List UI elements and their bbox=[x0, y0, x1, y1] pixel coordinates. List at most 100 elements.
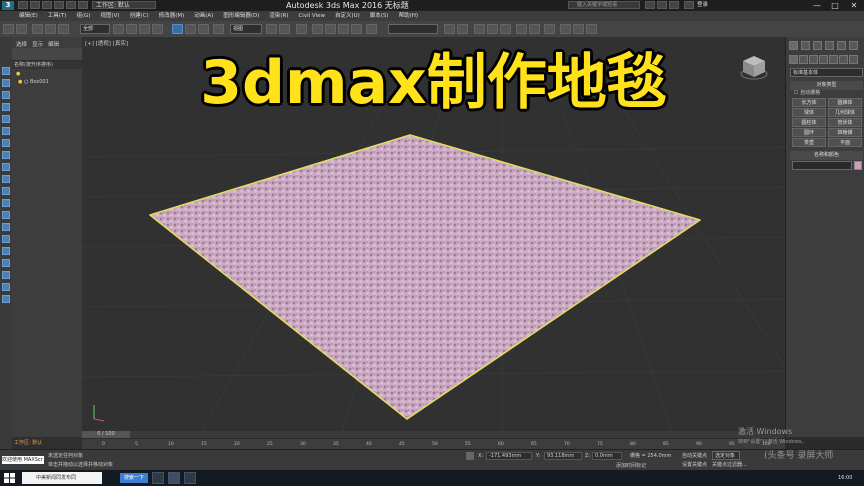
select-scale-icon[interactable] bbox=[198, 24, 209, 34]
space-warps-icon[interactable] bbox=[839, 55, 848, 64]
taskbar-clock[interactable]: 16:00 bbox=[838, 472, 852, 484]
utilities-tab-icon[interactable] bbox=[849, 41, 858, 50]
display-tab-icon[interactable] bbox=[837, 41, 846, 50]
menu-modifiers[interactable]: 修改器(M) bbox=[154, 11, 190, 21]
select-place-icon[interactable] bbox=[213, 24, 224, 34]
time-slider[interactable]: 0 / 100 bbox=[82, 431, 130, 438]
unlink-icon[interactable] bbox=[45, 24, 56, 34]
select-manipulate-icon[interactable] bbox=[279, 24, 290, 34]
explorer-footer[interactable]: 工作区: 默认 bbox=[12, 437, 82, 449]
geometry-icon[interactable] bbox=[789, 55, 798, 64]
display-none-icon[interactable] bbox=[2, 79, 10, 87]
selection-filter-select[interactable]: 全部 bbox=[80, 24, 110, 34]
display-last-render-icon[interactable] bbox=[2, 247, 10, 255]
lights-icon[interactable] bbox=[809, 55, 818, 64]
percent-snap-icon[interactable] bbox=[338, 24, 349, 34]
explorer-tab-select[interactable]: 选择 bbox=[16, 40, 27, 48]
undo-icon[interactable] bbox=[54, 1, 64, 9]
toggle-lock-icon[interactable] bbox=[2, 295, 10, 303]
workspace-select[interactable]: 工作区: 默认 bbox=[92, 1, 156, 9]
select-rotate-icon[interactable] bbox=[185, 24, 196, 34]
binoculars-icon[interactable] bbox=[645, 1, 655, 9]
display-containers-icon[interactable] bbox=[2, 211, 10, 219]
pivot-center-icon[interactable] bbox=[266, 24, 277, 34]
hierarchy-tab-icon[interactable] bbox=[813, 41, 822, 50]
sphere-button[interactable]: 球体 bbox=[792, 108, 826, 117]
menu-views[interactable]: 视图(V) bbox=[96, 11, 125, 21]
cone-button[interactable]: 圆锥体 bbox=[828, 98, 862, 107]
display-lights-icon[interactable] bbox=[2, 127, 10, 135]
add-time-tag-button[interactable]: 添加时间标记 bbox=[616, 462, 646, 470]
ribbon-toggle-icon[interactable] bbox=[500, 24, 511, 34]
display-frozen-icon[interactable] bbox=[2, 223, 10, 231]
object-name-field[interactable] bbox=[792, 161, 852, 170]
search-input[interactable]: 键入关键字或短语 bbox=[568, 1, 640, 9]
new-icon[interactable] bbox=[18, 1, 28, 9]
rect-selection-icon[interactable] bbox=[139, 24, 150, 34]
shapes-icon[interactable] bbox=[799, 55, 808, 64]
open-icon[interactable] bbox=[30, 1, 40, 9]
close-button[interactable]: ✕ bbox=[845, 0, 863, 11]
render-production-icon[interactable] bbox=[586, 24, 597, 34]
object-color-swatch[interactable] bbox=[854, 161, 862, 170]
create-tab-icon[interactable] bbox=[789, 41, 798, 50]
tree-row-root[interactable]: ● bbox=[12, 70, 82, 78]
minimize-button[interactable]: — bbox=[808, 0, 826, 11]
app-logo-icon[interactable]: 3 bbox=[2, 1, 14, 10]
explorer-tab-edit[interactable]: 编辑 bbox=[48, 40, 59, 48]
snaps-toggle-icon[interactable] bbox=[312, 24, 323, 34]
pyramid-button[interactable]: 四棱锥 bbox=[828, 128, 862, 137]
layer-explorer-icon[interactable] bbox=[487, 24, 498, 34]
named-selection-set-select[interactable] bbox=[388, 24, 438, 34]
display-influences-icon[interactable] bbox=[2, 271, 10, 279]
menu-civil-view[interactable]: Civil View bbox=[293, 11, 329, 21]
name-color-rollout[interactable]: 名称和颜色 bbox=[790, 151, 863, 160]
taskbar-search-input[interactable]: 中美新闻同发布同 bbox=[22, 472, 102, 484]
modify-tab-icon[interactable] bbox=[801, 41, 810, 50]
redo-icon[interactable] bbox=[66, 1, 76, 9]
display-geometry-icon[interactable] bbox=[2, 103, 10, 111]
explorer-app-icon[interactable] bbox=[184, 472, 196, 484]
explorer-tab-display[interactable]: 显示 bbox=[32, 40, 43, 48]
display-shapes-icon[interactable] bbox=[2, 115, 10, 123]
select-object-icon[interactable] bbox=[113, 24, 124, 34]
display-xrefs-icon[interactable] bbox=[2, 187, 10, 195]
menu-tools[interactable]: 工具(T) bbox=[43, 11, 72, 21]
spinner-snap-icon[interactable] bbox=[351, 24, 362, 34]
display-cameras-icon[interactable] bbox=[2, 139, 10, 147]
angle-snap-icon[interactable] bbox=[325, 24, 336, 34]
tree-row-box001[interactable]: ● ○ Box001 bbox=[12, 78, 82, 86]
favorites-icon[interactable] bbox=[669, 1, 679, 9]
curve-editor-icon[interactable] bbox=[516, 24, 527, 34]
menu-scripting[interactable]: 脚本(S) bbox=[365, 11, 394, 21]
menu-animation[interactable]: 动画(A) bbox=[189, 11, 218, 21]
motion-tab-icon[interactable] bbox=[825, 41, 834, 50]
maxscript-listener[interactable]: 欢迎使用 MAXScr bbox=[2, 456, 44, 464]
keyboard-shortcut-icon[interactable] bbox=[296, 24, 307, 34]
plane-button[interactable]: 平面 bbox=[828, 138, 862, 147]
key-filters-button[interactable]: 关键点过滤器... bbox=[712, 461, 747, 469]
select-move-icon[interactable] bbox=[172, 24, 183, 34]
torus-button[interactable]: 圆环 bbox=[792, 128, 826, 137]
user-icon[interactable] bbox=[684, 1, 694, 9]
viewcube-icon[interactable] bbox=[739, 52, 769, 82]
eye-icon[interactable]: ○ bbox=[24, 79, 28, 85]
x-coordinate-field[interactable]: -171.493mm bbox=[486, 452, 532, 460]
align-icon[interactable] bbox=[457, 24, 468, 34]
cameras-icon[interactable] bbox=[819, 55, 828, 64]
display-hidden-icon[interactable] bbox=[2, 235, 10, 243]
material-editor-icon[interactable] bbox=[544, 24, 555, 34]
menu-group[interactable]: 组(G) bbox=[71, 11, 95, 21]
geosphere-button[interactable]: 几何球体 bbox=[828, 108, 862, 117]
select-by-name-icon[interactable] bbox=[126, 24, 137, 34]
teapot-button[interactable]: 茶壶 bbox=[792, 138, 826, 147]
project-icon[interactable] bbox=[78, 1, 88, 9]
edit-named-selection-icon[interactable] bbox=[366, 24, 377, 34]
bind-space-warp-icon[interactable] bbox=[58, 24, 69, 34]
display-helpers-icon[interactable] bbox=[2, 151, 10, 159]
mirror-icon[interactable] bbox=[444, 24, 455, 34]
login-label[interactable]: 登录 bbox=[697, 1, 708, 10]
link-icon[interactable] bbox=[32, 24, 43, 34]
display-all-icon[interactable] bbox=[2, 91, 10, 99]
communication-center-icon[interactable] bbox=[657, 1, 667, 9]
